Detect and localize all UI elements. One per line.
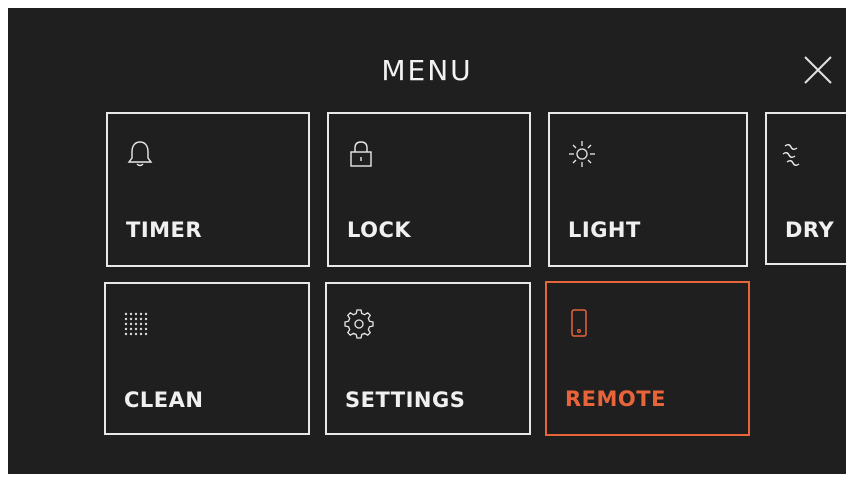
light-tile[interactable]: LIGHT: [548, 112, 748, 267]
dry-waves-icon: [782, 144, 800, 166]
gear-icon: [344, 309, 374, 339]
phone-icon: [571, 309, 587, 337]
settings-tile[interactable]: SETTINGS: [325, 282, 531, 435]
dry-label: DRY: [785, 218, 835, 242]
dry-tile[interactable]: DRY: [765, 112, 846, 265]
light-label: LIGHT: [568, 218, 641, 242]
lock-icon: [350, 141, 372, 167]
lock-label: LOCK: [347, 218, 412, 242]
close-button[interactable]: [800, 52, 836, 88]
remote-tile[interactable]: REMOTE: [545, 281, 750, 436]
clean-label: CLEAN: [124, 388, 204, 412]
bell-icon: [127, 141, 153, 167]
timer-tile[interactable]: TIMER: [106, 112, 310, 267]
settings-label: SETTINGS: [345, 388, 466, 412]
dots-grid-icon: [124, 312, 148, 336]
remote-label: REMOTE: [565, 387, 666, 411]
timer-label: TIMER: [126, 218, 203, 242]
close-icon: [804, 56, 832, 84]
clean-tile[interactable]: CLEAN: [104, 282, 310, 435]
sun-icon: [569, 141, 595, 167]
lock-tile[interactable]: LOCK: [327, 112, 531, 267]
menu-title: MENU: [381, 54, 473, 87]
menu-screen: MENU TIMER LOCK LIGHT DRY CLEAN SETTINGS…: [8, 8, 846, 474]
